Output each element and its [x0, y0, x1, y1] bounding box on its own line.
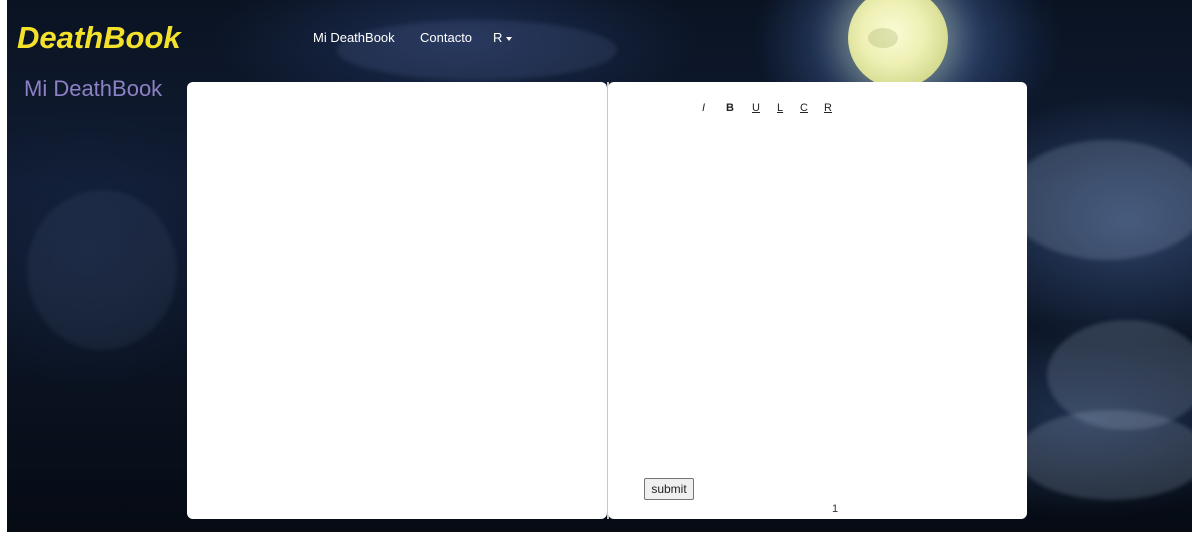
book-left-page: [187, 82, 607, 519]
underline-button[interactable]: U: [752, 102, 760, 114]
submit-button[interactable]: submit: [644, 478, 694, 500]
cloud-shape: [337, 20, 617, 80]
nav-link-mi-deathbook[interactable]: Mi DeathBook: [313, 30, 395, 45]
align-right-button[interactable]: R: [824, 102, 832, 114]
page-number: 1: [832, 503, 839, 515]
book-right-page: I B U L C R submit 1: [608, 82, 1027, 519]
brand-logo[interactable]: DeathBook: [17, 20, 181, 56]
night-sky-background: DeathBook Mi DeathBook Contacto R Mi Dea…: [7, 0, 1192, 532]
align-center-button[interactable]: C: [800, 102, 808, 114]
nav-link-contacto[interactable]: Contacto: [420, 30, 472, 45]
page-title: Mi DeathBook: [24, 76, 163, 101]
cloud-shape: [27, 190, 177, 350]
align-left-button[interactable]: L: [777, 102, 783, 114]
bold-button[interactable]: B: [726, 102, 734, 114]
cloud-shape: [1017, 410, 1192, 500]
moon-image: [848, 0, 948, 88]
caret-down-icon: [506, 36, 513, 41]
user-menu-label: R: [493, 30, 503, 45]
user-menu-dropdown[interactable]: R: [493, 30, 513, 45]
cloud-shape: [1007, 140, 1192, 260]
italic-button[interactable]: I: [702, 102, 705, 114]
